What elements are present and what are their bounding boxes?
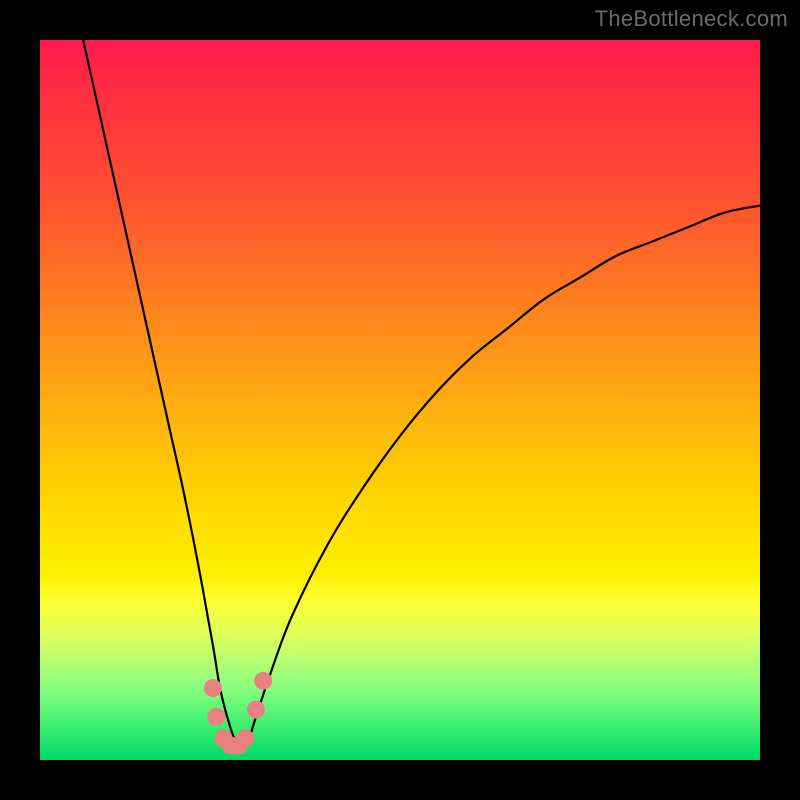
marker-dot — [254, 672, 272, 690]
chart-frame: TheBottleneck.com — [0, 0, 800, 800]
marker-dot — [236, 729, 254, 747]
plot-area — [40, 40, 760, 760]
marker-dot — [204, 679, 222, 697]
bottom-cluster-markers — [204, 672, 272, 755]
curve-svg — [40, 40, 760, 760]
watermark-text: TheBottleneck.com — [595, 6, 788, 32]
marker-dot — [247, 701, 265, 719]
bottleneck-curve — [83, 40, 760, 746]
marker-dot — [207, 708, 225, 726]
